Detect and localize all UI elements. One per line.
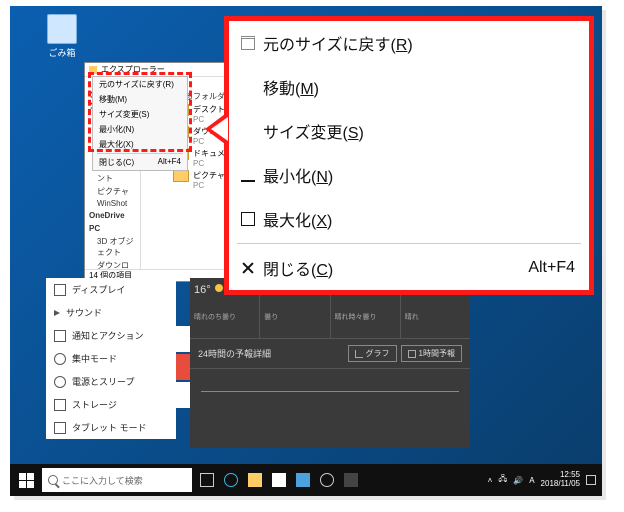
system-tray: ˄ 🖧 🔊 A 12:55 2018/11/05 bbox=[488, 471, 602, 489]
tray-volume-icon[interactable]: 🔊 bbox=[513, 476, 523, 485]
menu-move[interactable]: 移動(M) bbox=[93, 92, 187, 107]
weather-tab-2[interactable] bbox=[176, 354, 190, 380]
explorer-icon[interactable] bbox=[248, 473, 262, 487]
explorer-icon bbox=[89, 66, 97, 74]
callout-minimize[interactable]: 最小化(N) bbox=[229, 153, 589, 197]
app-icon-2[interactable] bbox=[344, 473, 358, 487]
weather-tab-3[interactable] bbox=[176, 382, 190, 408]
list-icon bbox=[408, 350, 416, 358]
callout-pointer bbox=[205, 111, 229, 147]
search-icon bbox=[48, 475, 58, 485]
tray-chevron-icon[interactable]: ˄ bbox=[488, 476, 493, 485]
focus-icon bbox=[54, 353, 66, 365]
weather-tab-1[interactable] bbox=[176, 326, 190, 352]
recycle-label: ごみ箱 bbox=[42, 46, 82, 59]
settings-focus[interactable]: 集中モード bbox=[46, 347, 176, 370]
graph-icon bbox=[355, 350, 363, 358]
graph-button[interactable]: グラフ bbox=[348, 345, 397, 362]
weather-window[interactable]: 16° 9°晴れのち曇り 13° 8°曇り 15° 7°晴れ時々曇り 11° 4… bbox=[190, 278, 470, 448]
action-center-icon[interactable] bbox=[586, 475, 596, 485]
storage-icon bbox=[54, 399, 66, 411]
settings-tablet[interactable]: タブレット モード bbox=[46, 416, 176, 439]
close-icon bbox=[241, 261, 255, 275]
tray-network-icon[interactable]: 🖧 bbox=[498, 473, 507, 487]
settings-sound[interactable]: サウンド bbox=[46, 301, 176, 324]
ime-indicator[interactable]: A bbox=[529, 476, 534, 485]
app-icon[interactable] bbox=[296, 473, 310, 487]
hourly-button[interactable]: 1時間予報 bbox=[401, 345, 462, 362]
settings-storage[interactable]: ストレージ bbox=[46, 393, 176, 416]
tablet-icon bbox=[54, 422, 66, 434]
callout-close[interactable]: 閉じる(C) Alt+F4 bbox=[229, 246, 589, 290]
display-icon bbox=[54, 284, 66, 296]
detail-title: 24時間の予報詳細 bbox=[198, 347, 271, 360]
menu-restore[interactable]: 元のサイズに戻す(R) bbox=[93, 77, 187, 92]
settings-display[interactable]: ディスプレイ bbox=[46, 278, 176, 301]
settings-power[interactable]: 電源とスリープ bbox=[46, 370, 176, 393]
recycle-bin[interactable]: ごみ箱 bbox=[42, 14, 82, 59]
settings-panel: ディスプレイ サウンド 通知とアクション 集中モード 電源とスリープ ストレージ… bbox=[46, 278, 176, 439]
forecast-chart bbox=[190, 369, 470, 423]
taskview-icon[interactable] bbox=[200, 473, 214, 487]
notifications-icon bbox=[54, 330, 66, 342]
search-box[interactable]: ここに入力して検索 bbox=[42, 468, 192, 492]
menu-size[interactable]: サイズ変更(S) bbox=[93, 107, 187, 122]
system-menu-callout: 元のサイズに戻す(R) 移動(M) サイズ変更(S) 最小化(N) 最大化(X)… bbox=[224, 16, 594, 295]
windows-icon bbox=[19, 473, 34, 488]
callout-restore[interactable]: 元のサイズに戻す(R) bbox=[229, 21, 589, 65]
minimize-icon bbox=[241, 168, 255, 182]
menu-separator bbox=[237, 243, 581, 244]
folder-icon[interactable] bbox=[173, 170, 189, 182]
restore-icon bbox=[241, 36, 255, 50]
power-icon bbox=[54, 376, 66, 388]
accelerator: Alt+F4 bbox=[528, 259, 575, 277]
taskbar: ここに入力して検索 ˄ 🖧 🔊 A 12:55 2018/11/05 bbox=[10, 464, 602, 496]
sound-icon bbox=[54, 310, 60, 316]
menu-maximize[interactable]: 最大化(X) bbox=[93, 137, 187, 152]
maximize-icon bbox=[241, 212, 255, 226]
menu-minimize[interactable]: 最小化(N) bbox=[93, 122, 187, 137]
store-icon[interactable] bbox=[272, 473, 286, 487]
clock[interactable]: 12:55 2018/11/05 bbox=[541, 471, 580, 489]
callout-move[interactable]: 移動(M) bbox=[229, 65, 589, 109]
recycle-icon bbox=[47, 14, 77, 44]
menu-close[interactable]: 閉じる(C)Alt+F4 bbox=[93, 155, 187, 170]
edge-icon[interactable] bbox=[224, 473, 238, 487]
callout-size[interactable]: サイズ変更(S) bbox=[229, 109, 589, 153]
start-button[interactable] bbox=[10, 464, 42, 496]
callout-maximize[interactable]: 最大化(X) bbox=[229, 197, 589, 241]
explorer-title: エクスプローラー bbox=[101, 64, 165, 75]
sun-icon bbox=[215, 284, 223, 292]
settings-notifications[interactable]: 通知とアクション bbox=[46, 324, 176, 347]
settings-icon[interactable] bbox=[320, 473, 334, 487]
system-menu-small: 元のサイズに戻す(R) 移動(M) サイズ変更(S) 最小化(N) 最大化(X)… bbox=[92, 76, 188, 171]
